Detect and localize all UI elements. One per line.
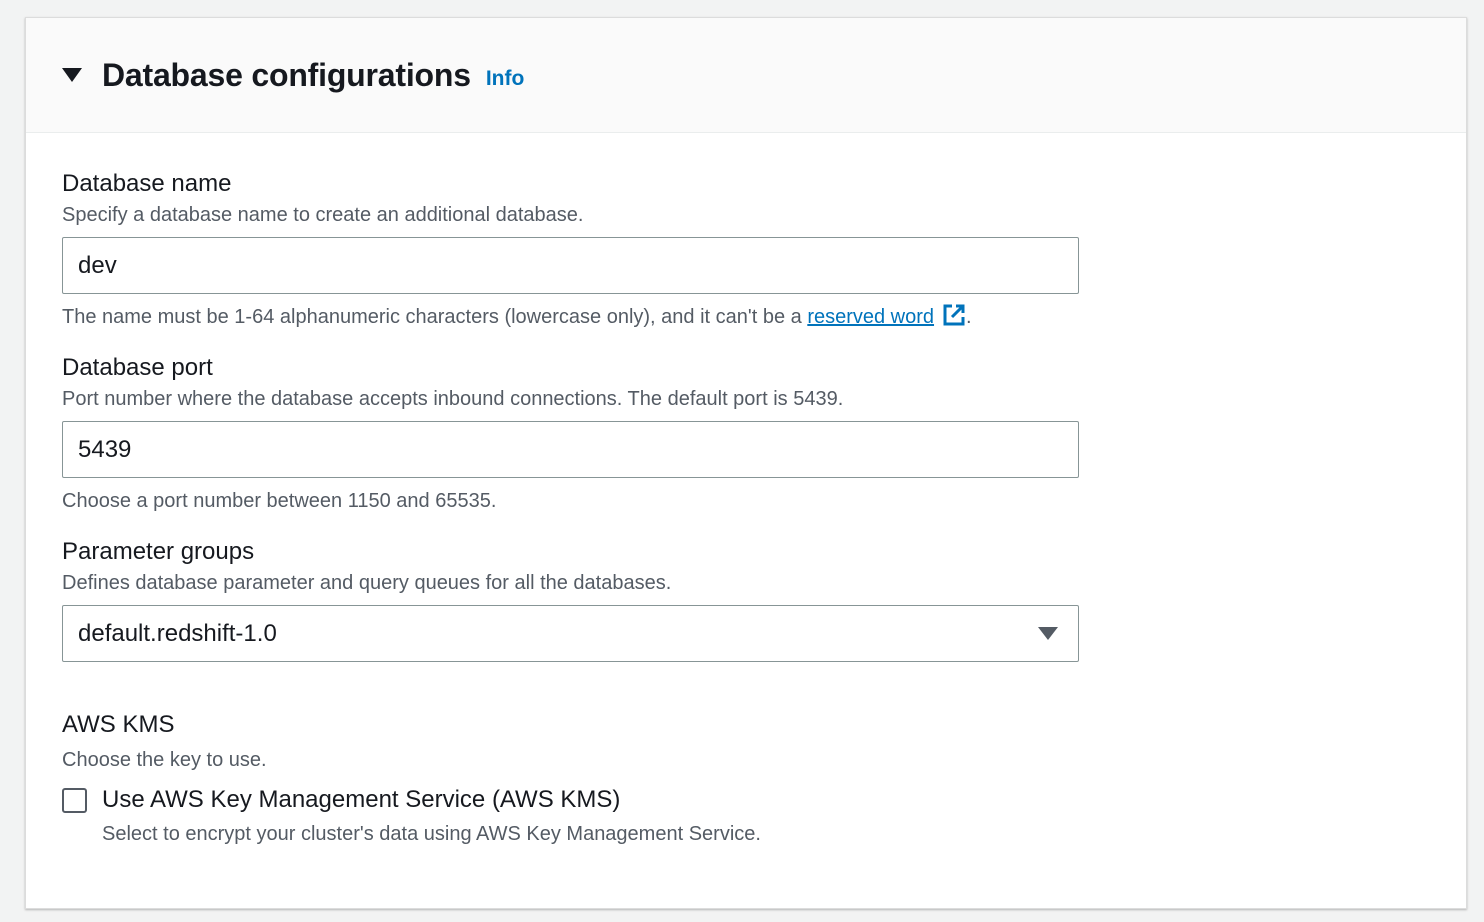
aws-kms-checkbox[interactable] xyxy=(62,787,87,813)
info-link[interactable]: Info xyxy=(486,67,524,91)
database-configurations-panel: Database configurations Info Database na… xyxy=(25,17,1467,909)
aws-kms-label: AWS KMS xyxy=(62,711,175,738)
database-name-value: dev xyxy=(78,251,117,279)
parameter-groups-description: Defines database parameter and query que… xyxy=(62,572,672,594)
panel-header: Database configurations Info xyxy=(26,18,1466,133)
database-name-constraint: The name must be 1-64 alphanumeric chara… xyxy=(62,303,1466,331)
aws-kms-description: Choose the key to use. xyxy=(62,749,267,771)
panel-body: Database name Specify a database name to… xyxy=(26,133,1466,848)
database-name-description: Specify a database name to create an add… xyxy=(62,204,584,226)
aws-kms-checkbox-description: Select to encrypt your cluster's data us… xyxy=(102,823,761,845)
parameter-groups-field: Parameter groups Defines database parame… xyxy=(62,537,1466,662)
reserved-word-link[interactable]: reserved word xyxy=(807,304,966,328)
constraint-text: The name must be 1-64 alphanumeric chara… xyxy=(62,306,808,328)
panel-title[interactable]: Database configurations xyxy=(102,57,471,94)
parameter-groups-select[interactable]: default.redshift-1.0 xyxy=(62,605,1079,662)
external-link-icon xyxy=(943,304,965,326)
parameter-groups-selected: default.redshift-1.0 xyxy=(78,619,277,647)
constraint-suffix: . xyxy=(966,306,972,328)
aws-kms-checkbox-row[interactable]: Use AWS Key Management Service (AWS KMS) xyxy=(62,786,1466,814)
aws-kms-checkbox-label[interactable]: Use AWS Key Management Service (AWS KMS) xyxy=(102,786,620,814)
parameter-groups-label: Parameter groups xyxy=(62,538,255,565)
caret-down-icon xyxy=(1038,627,1058,640)
database-port-field: Database port Port number where the data… xyxy=(62,353,1466,515)
database-port-input[interactable]: 5439 xyxy=(62,421,1079,478)
database-name-field: Database name Specify a database name to… xyxy=(62,169,1466,331)
reserved-word-link-label: reserved word xyxy=(807,306,935,328)
database-port-constraint: Choose a port number between 1150 and 65… xyxy=(62,490,497,512)
database-name-input[interactable]: dev xyxy=(62,237,1079,294)
aws-kms-field: AWS KMS Choose the key to use. Use AWS K… xyxy=(62,710,1466,848)
database-port-label: Database port xyxy=(62,354,213,381)
database-port-description: Port number where the database accepts i… xyxy=(62,388,844,410)
caret-down-icon[interactable] xyxy=(62,68,82,82)
database-port-value: 5439 xyxy=(78,435,132,463)
database-name-label: Database name xyxy=(62,170,232,197)
